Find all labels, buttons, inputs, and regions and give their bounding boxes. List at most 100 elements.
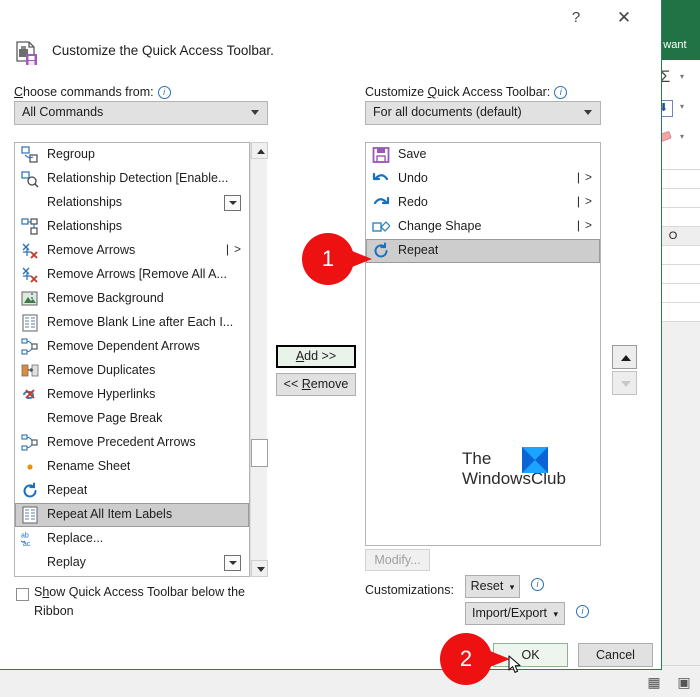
remove-button[interactable]: << Remove (276, 373, 356, 396)
repeat-icon (21, 482, 39, 500)
cancel-button[interactable]: Cancel (578, 643, 653, 667)
remove-dependent-arrows-icon (21, 338, 39, 356)
customize-qat-dropdown[interactable]: For all documents (default) (365, 101, 601, 125)
list-item[interactable]: Remove Page Break (15, 407, 249, 431)
scrollbar-thumb[interactable] (251, 439, 268, 467)
list-item[interactable]: abacReplace... (15, 527, 249, 551)
list-item[interactable]: Change Shape|> (366, 215, 600, 239)
reset-button[interactable]: Reset ▾ (465, 575, 520, 598)
list-item[interactable]: Remove Arrows|> (15, 239, 249, 263)
list-item-label: Relationships (47, 219, 122, 233)
list-item[interactable]: Repeat (15, 479, 249, 503)
import-export-button[interactable]: Import/Export ▾ (465, 602, 565, 625)
callout-marker-2: 2 (440, 633, 510, 685)
move-up-button[interactable] (612, 345, 637, 369)
chevron-down-icon[interactable] (224, 195, 241, 211)
regroup-icon (21, 146, 39, 164)
split-submenu-arrow-icon: |> (577, 194, 592, 208)
remove-arrows-icon (21, 266, 39, 284)
show-qat-below-ribbon-checkbox[interactable] (16, 588, 29, 601)
list-item[interactable]: Remove Precedent Arrows (15, 431, 249, 455)
list-item[interactable]: Repeat (366, 239, 600, 263)
list-item[interactable]: Undo |> (366, 167, 600, 191)
show-qat-below-ribbon-label-line2: Ribbon (34, 604, 74, 618)
list-item-label: Save (398, 147, 427, 161)
choose-commands-from-label: Choose commands from: i (14, 85, 171, 99)
list-item[interactable]: Remove Arrows [Remove All A... (15, 263, 249, 287)
list-item[interactable]: Relationships (15, 215, 249, 239)
available-commands-list[interactable]: Regroup Relationship Detection [Enable...… (14, 142, 250, 577)
info-icon[interactable]: i (576, 605, 589, 618)
list-item-label: Remove Dependent Arrows (47, 339, 200, 353)
list-item-label: Remove Arrows (47, 243, 135, 257)
undo-icon (372, 170, 390, 188)
remove-precedent-arrows-icon (21, 434, 39, 452)
list-item-label: Undo (398, 171, 428, 185)
quick-access-toolbar-icon (14, 40, 42, 68)
list-item[interactable]: Remove Duplicates (15, 359, 249, 383)
list-item-label: Repeat All Item Labels (47, 507, 172, 521)
watermark-line-2: WindowsClub (462, 468, 566, 489)
info-icon[interactable]: i (554, 86, 567, 99)
info-icon[interactable]: i (158, 86, 171, 99)
choose-commands-from-dropdown[interactable]: All Commands (14, 101, 268, 125)
list-item[interactable]: Remove Background (15, 287, 249, 311)
list-item-label: Regroup (47, 147, 95, 161)
replace-icon: abac (21, 530, 39, 548)
move-down-button[interactable] (612, 371, 637, 395)
submenu-arrow-icon: |> (577, 218, 592, 232)
page-layout-icon[interactable]: ▣ (676, 674, 692, 690)
callout-number: 2 (440, 633, 492, 685)
list-item[interactable]: Save (366, 143, 600, 167)
list-item-label: Remove Arrows [Remove All A... (47, 267, 227, 281)
list-item[interactable]: Rename Sheet (15, 455, 249, 479)
list-item-label: Relationships (47, 195, 122, 209)
choose-commands-accel: C (14, 85, 23, 99)
remove-blank-line-icon (21, 314, 39, 332)
scroll-up-button[interactable] (251, 142, 268, 159)
import-export-button-label: Import/Export (472, 606, 547, 620)
remove-hyperlinks-icon (21, 386, 39, 404)
list-item-label: Replay (47, 555, 86, 569)
available-commands-scrollbar[interactable] (250, 142, 267, 577)
remove-button-label-rest: emove (311, 377, 349, 391)
svg-text:ab: ab (21, 533, 29, 540)
list-item-label: Repeat (47, 483, 87, 497)
remove-button-label-pre: << (284, 377, 302, 391)
rename-sheet-icon (21, 458, 39, 476)
chevron-down-icon: ▾ (680, 72, 684, 81)
list-item[interactable]: Remove Hyperlinks (15, 383, 249, 407)
relationships-icon (21, 218, 39, 236)
watermark-line-1: The (462, 448, 491, 469)
customize-qat-label-prefix: Customize (365, 85, 428, 99)
list-item[interactable]: Repeat All Item Labels (15, 503, 249, 527)
callout-marker-1: 1 (302, 233, 372, 285)
help-button[interactable]: ? (559, 4, 593, 32)
callout-number: 1 (302, 233, 354, 285)
choose-commands-from-value: All Commands (22, 105, 103, 119)
normal-view-icon[interactable]: ▦ (646, 674, 662, 690)
close-icon[interactable]: ✕ (607, 4, 641, 32)
chevron-down-icon[interactable] (224, 555, 241, 571)
dialog-heading: Customize the Quick Access Toolbar. (14, 40, 574, 70)
choose-commands-label-rest: hoose commands from: (23, 85, 154, 99)
customize-qat-value: For all documents (default) (373, 105, 522, 119)
list-item[interactable]: Relationships (15, 191, 249, 215)
list-item[interactable]: Regroup (15, 143, 249, 167)
chevron-down-icon (251, 110, 259, 115)
list-item[interactable]: Relationship Detection [Enable... (15, 167, 249, 191)
list-item[interactable]: Remove Dependent Arrows (15, 335, 249, 359)
customize-quick-access-toolbar-dialog: ? ✕ Customize the Quick Access Toolbar. … (0, 0, 662, 670)
modify-button[interactable]: Modify... (365, 549, 430, 571)
split-submenu-arrow-icon: |> (577, 170, 592, 184)
scroll-down-button[interactable] (251, 560, 268, 577)
list-item[interactable]: Replay (15, 551, 249, 575)
show-qat-below-ribbon-label-line1: Show Quick Access Toolbar below the (34, 585, 245, 599)
list-item-label: Remove Background (47, 291, 164, 305)
add-button[interactable]: Add >> (276, 345, 356, 368)
info-icon[interactable]: i (531, 578, 544, 591)
chevron-down-icon: ▾ (680, 132, 684, 141)
mouse-cursor-icon (508, 655, 522, 675)
list-item[interactable]: Redo|> (366, 191, 600, 215)
list-item[interactable]: Remove Blank Line after Each I... (15, 311, 249, 335)
